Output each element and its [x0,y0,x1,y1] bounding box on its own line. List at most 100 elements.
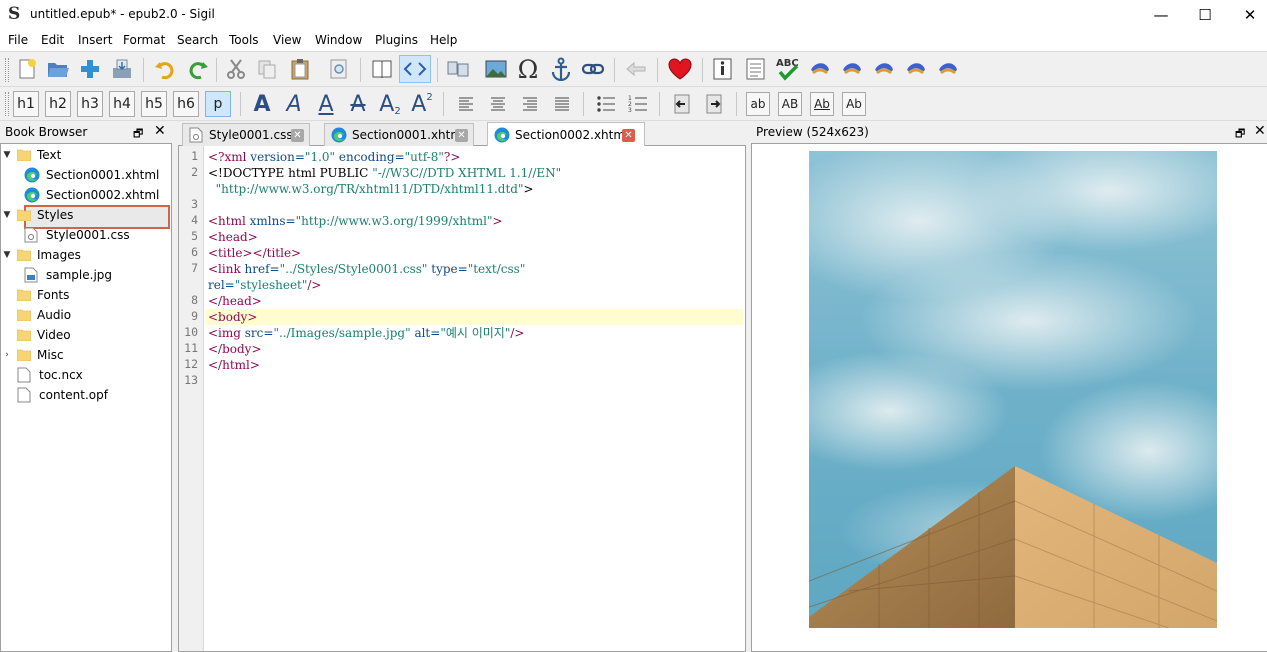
tab-section0002[interactable]: Section0002.xhtml ✕ [487,122,645,146]
tab-close-icon[interactable]: ✕ [622,129,635,142]
capitalize-button[interactable]: Ab [842,92,866,116]
copy-icon[interactable] [253,55,281,83]
close-panel-icon[interactable]: ✕ [1254,123,1266,139]
find-icon[interactable] [325,55,353,83]
cut-icon[interactable] [222,55,250,83]
new-file-icon[interactable] [13,55,41,83]
paste-icon[interactable] [286,55,314,83]
plugin-5-icon[interactable] [934,55,962,83]
omega-special-char-icon[interactable]: Ω [514,55,542,84]
close-panel-icon[interactable]: ✕ [154,123,166,139]
tree-folder-fonts[interactable]: Fonts [17,285,69,305]
tree-label: Section0001.xhtml [46,168,160,182]
collapse-arrow-icon[interactable]: › [1,350,13,360]
tab-close-icon[interactable]: ✕ [291,129,304,142]
strikethrough-button[interactable]: A [344,90,372,118]
italic-button[interactable]: A [280,90,308,118]
bold-button[interactable]: A [248,90,276,118]
book-view-icon[interactable] [368,55,396,83]
uppercase-button[interactable]: AB [778,92,802,116]
heading-h2-button[interactable]: h2 [45,91,71,117]
heading-h3-button[interactable]: h3 [77,91,103,117]
heading-h5-button[interactable]: h5 [141,91,167,117]
table-of-contents-icon[interactable] [742,55,770,83]
anchor-icon[interactable] [547,55,575,83]
tree-item-content-opf[interactable]: content.opf [17,385,108,405]
preview-viewport[interactable] [751,143,1267,652]
lowercase-button[interactable]: ab [746,92,770,116]
menu-window[interactable]: Window [315,33,362,47]
insert-image-icon[interactable] [482,55,510,83]
align-right-icon[interactable] [516,90,544,118]
heart-icon[interactable] [666,55,694,83]
float-panel-icon[interactable]: 🗗 [133,125,143,144]
align-left-icon[interactable] [452,90,480,118]
float-panel-icon[interactable]: 🗗 [1235,125,1245,144]
code-view-icon[interactable] [399,55,431,83]
open-folder-icon[interactable] [44,55,72,83]
heading-h4-button[interactable]: h4 [109,91,135,117]
tree-item-style0001[interactable]: Style0001.css [24,225,130,245]
plugin-1-icon[interactable] [806,55,834,83]
menu-view[interactable]: View [273,33,301,47]
tree-folder-text[interactable]: ▼ Text [1,145,62,165]
tree-folder-styles[interactable]: ▼ Styles [1,205,74,225]
align-justify-icon[interactable] [548,90,576,118]
tab-style0001[interactable]: Style0001.css ✕ [182,123,310,146]
toolbar-grip[interactable] [5,92,9,116]
save-icon[interactable] [108,55,136,83]
expand-arrow-icon[interactable]: ▼ [1,150,13,160]
toolbar-grip[interactable] [5,58,9,82]
titlecase-button[interactable]: Ab [810,92,834,116]
tab-close-icon[interactable]: ✕ [455,129,468,142]
subscript-button[interactable]: A2 [376,90,404,118]
plugin-3-icon[interactable] [870,55,898,83]
superscript-button[interactable]: A2 [408,90,436,118]
bullet-list-icon[interactable] [592,90,620,118]
tree-folder-audio[interactable]: Audio [17,305,71,325]
menu-file[interactable]: File [8,33,28,47]
split-file-icon[interactable] [444,55,472,83]
tree-item-section0002[interactable]: Section0002.xhtml [24,185,159,205]
expand-arrow-icon[interactable]: ▼ [1,210,13,220]
numbered-list-icon[interactable]: 123 [624,90,652,118]
tab-section0001[interactable]: Section0001.xhtml ✕ [324,123,474,146]
align-center-icon[interactable] [484,90,512,118]
maximize-button[interactable]: ☐ [1182,0,1228,30]
tree-folder-misc[interactable]: › Misc [1,345,63,365]
tree-folder-video[interactable]: Video [17,325,71,345]
tree-item-toc-ncx[interactable]: toc.ncx [17,365,83,385]
plugin-2-icon[interactable] [838,55,866,83]
plugin-4-icon[interactable] [902,55,930,83]
tree-folder-images[interactable]: ▼ Images [1,245,81,265]
increase-indent-icon[interactable] [700,90,728,118]
code-text-area[interactable]: 1 2 3 4 5 6 7 8 9 10 11 12 13 <?xml vers… [178,146,746,652]
menu-edit[interactable]: Edit [41,33,64,47]
decrease-indent-icon[interactable] [668,90,696,118]
add-file-icon[interactable] [76,55,104,83]
code-line: <body> [208,310,258,324]
menu-insert[interactable]: Insert [78,33,112,47]
code-line: <?xml version="1.0" encoding="utf-8"?> [208,150,461,164]
menu-plugins[interactable]: Plugins [375,33,418,47]
link-icon[interactable] [579,55,607,83]
tree-item-section0001[interactable]: Section0001.xhtml [24,165,159,185]
tab-label: Section0002.xhtml [515,127,629,142]
metadata-info-icon[interactable] [709,55,737,83]
menu-format[interactable]: Format [123,33,165,47]
spellcheck-icon[interactable]: ABC [774,55,802,83]
menu-search[interactable]: Search [177,33,218,47]
redo-icon[interactable] [184,55,212,83]
menu-tools[interactable]: Tools [229,33,259,47]
heading-h1-button[interactable]: h1 [13,91,39,117]
minimize-button[interactable]: — [1138,0,1184,30]
expand-arrow-icon[interactable]: ▼ [1,250,13,260]
tree-item-sample-jpg[interactable]: sample.jpg [24,265,112,285]
paragraph-button[interactable]: p [205,91,231,117]
menu-help[interactable]: Help [430,33,457,47]
underline-button[interactable]: A [312,90,340,118]
back-arrow-icon[interactable] [622,55,650,83]
undo-icon[interactable] [151,55,179,83]
heading-h6-button[interactable]: h6 [173,91,199,117]
close-window-button[interactable]: ✕ [1227,0,1267,30]
